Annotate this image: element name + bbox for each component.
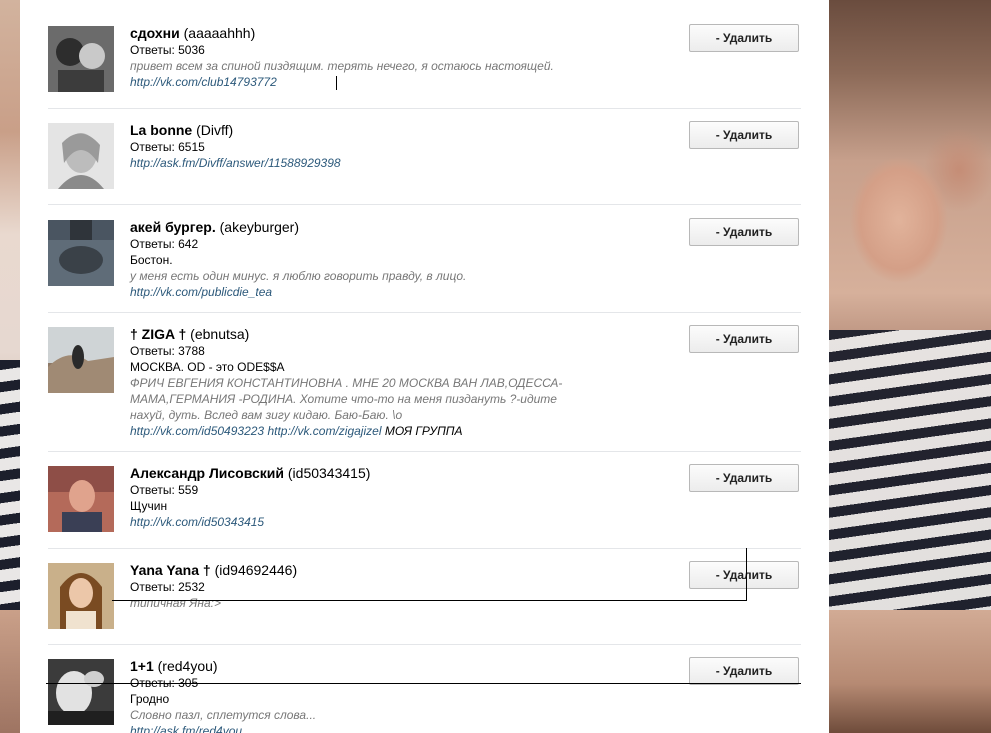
delete-button[interactable]: - Удалить <box>689 561 799 589</box>
user-name[interactable]: † ZIGA † <box>130 326 186 342</box>
list-item: 1+1 (red4you) Ответы: 305 Гродно Словно … <box>48 657 801 733</box>
link-suffix: МОЯ ГРУППА <box>384 424 463 438</box>
user-info: акей бургер. (akeyburger) Ответы: 642 Бо… <box>130 219 570 300</box>
text-cursor <box>336 76 337 90</box>
user-name[interactable]: Yana Yana † <box>130 562 211 578</box>
answers-count: Ответы: 2532 <box>130 580 205 594</box>
answers-count: Ответы: 559 <box>130 483 199 497</box>
answers-count: Ответы: 5036 <box>130 43 205 57</box>
user-name[interactable]: 1+1 <box>130 658 154 674</box>
answers-count: Ответы: 642 <box>130 237 199 251</box>
avatar[interactable] <box>48 659 114 725</box>
user-info: 1+1 (red4you) Ответы: 305 Гродно Словно … <box>130 658 570 733</box>
user-login: (ebnutsa) <box>190 326 250 342</box>
list-item: Yana Yana † (id94692446) Ответы: 2532 ти… <box>48 561 801 645</box>
avatar[interactable] <box>48 123 114 189</box>
list-item: сдохни (aaaaahhh) Ответы: 5036 привет вс… <box>48 24 801 109</box>
user-login: (id94692446) <box>214 562 298 578</box>
answers-count: Ответы: 3788 <box>130 344 205 358</box>
user-link[interactable]: http://vk.com/id50493223 <box>130 424 264 438</box>
user-link[interactable]: http://ask.fm/Divff/answer/11588929398 <box>130 156 341 170</box>
delete-button[interactable]: - Удалить <box>689 121 799 149</box>
user-login: (aaaaahhh) <box>183 25 256 41</box>
user-status: у меня есть один минус. я люблю говорить… <box>130 269 467 283</box>
delete-button[interactable]: - Удалить <box>689 657 799 685</box>
background-stripes-right <box>829 330 991 610</box>
user-location: Бостон. <box>130 253 173 267</box>
user-location: Гродно <box>130 692 170 706</box>
user-info: сдохни (aaaaahhh) Ответы: 5036 привет вс… <box>130 25 570 90</box>
delete-button[interactable]: - Удалить <box>689 464 799 492</box>
delete-button[interactable]: - Удалить <box>689 24 799 52</box>
user-login: (red4you) <box>157 658 218 674</box>
friends-list-panel: сдохни (aaaaahhh) Ответы: 5036 привет вс… <box>20 0 829 733</box>
list-item: La bonne (Divff) Ответы: 6515 http://ask… <box>48 121 801 205</box>
user-link[interactable]: http://ask.fm/red4you <box>130 724 242 733</box>
annotation-line-vertical <box>746 548 747 600</box>
avatar[interactable] <box>48 327 114 393</box>
user-login: (id50343415) <box>287 465 371 481</box>
user-status: Словно пазл, сплетутся слова... <box>130 708 317 722</box>
delete-button[interactable]: - Удалить <box>689 325 799 353</box>
user-location: Щучин <box>130 499 168 513</box>
user-link[interactable]: http://vk.com/id50343415 <box>130 515 264 529</box>
user-status: привет всем за спиной пиздящим. терять н… <box>130 59 554 73</box>
background-photo-left-bottom <box>0 610 20 733</box>
delete-button[interactable]: - Удалить <box>689 218 799 246</box>
user-name[interactable]: Александр Лисовский <box>130 465 284 481</box>
user-login: (akeyburger) <box>219 219 300 235</box>
annotation-line-horizontal-2 <box>46 683 801 684</box>
answers-count: Ответы: 6515 <box>130 140 205 154</box>
list-item: акей бургер. (akeyburger) Ответы: 642 Бо… <box>48 218 801 313</box>
user-name[interactable]: акей бургер. <box>130 219 216 235</box>
user-info: Александр Лисовский (id50343415) Ответы:… <box>130 465 570 530</box>
user-link[interactable]: http://vk.com/publicdie_tea <box>130 285 272 299</box>
user-link[interactable]: http://vk.com/club14793772 <box>130 75 277 89</box>
list-item: Александр Лисовский (id50343415) Ответы:… <box>48 464 801 549</box>
list-item: † ZIGA † (ebnutsa) Ответы: 3788 МОСКВА. … <box>48 325 801 452</box>
avatar[interactable] <box>48 563 114 629</box>
user-login: (Divff) <box>196 122 234 138</box>
user-link-2[interactable]: http://vk.com/zigajizel <box>267 424 381 438</box>
user-info: La bonne (Divff) Ответы: 6515 http://ask… <box>130 122 570 171</box>
user-status: ФРИЧ ЕВГЕНИЯ КОНСТАНТИНОВНА . МНЕ 20 МОС… <box>130 376 563 422</box>
avatar[interactable] <box>48 466 114 532</box>
annotation-line-horizontal <box>112 600 747 601</box>
user-info: Yana Yana † (id94692446) Ответы: 2532 ти… <box>130 562 570 611</box>
background-stripes-left <box>0 360 20 610</box>
user-location: МОСКВА. OD - это ODE$$A <box>130 360 285 374</box>
user-name[interactable]: сдохни <box>130 25 180 41</box>
background-photo-right-bottom <box>829 610 991 733</box>
user-info: † ZIGA † (ebnutsa) Ответы: 3788 МОСКВА. … <box>130 326 570 439</box>
avatar[interactable] <box>48 26 114 92</box>
user-status: типичная Яна:> <box>130 596 221 610</box>
user-name[interactable]: La bonne <box>130 122 192 138</box>
avatar[interactable] <box>48 220 114 286</box>
